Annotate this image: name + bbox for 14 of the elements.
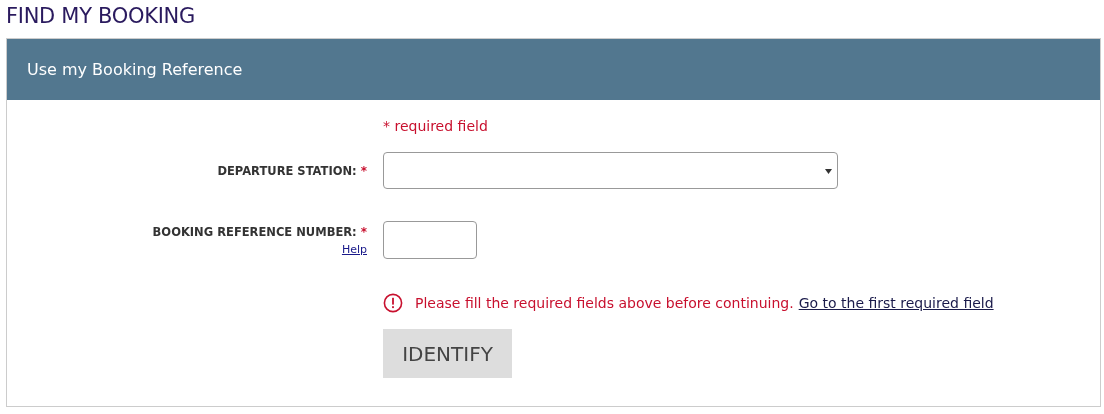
panel-title: Use my Booking Reference	[27, 60, 243, 79]
alert-icon	[383, 293, 403, 313]
reference-field[interactable]	[383, 221, 477, 259]
required-mark: *	[360, 225, 367, 239]
required-note: * required field	[383, 118, 488, 134]
error-message: Please fill the required fields above before continuing.	[415, 295, 794, 311]
station-dropdown[interactable]	[383, 152, 838, 189]
page-title: FIND MY BOOKING	[6, 3, 196, 30]
help-link[interactable]: Help	[341, 243, 367, 256]
first-field-link[interactable]: Go to the first required field	[798, 295, 994, 311]
field-label: BOOKING REFERENCE NUMBER:	[152, 225, 357, 239]
required-mark: *	[360, 163, 367, 178]
field-label: DEPARTURE STATION:	[217, 163, 357, 178]
caret-icon	[825, 169, 832, 174]
